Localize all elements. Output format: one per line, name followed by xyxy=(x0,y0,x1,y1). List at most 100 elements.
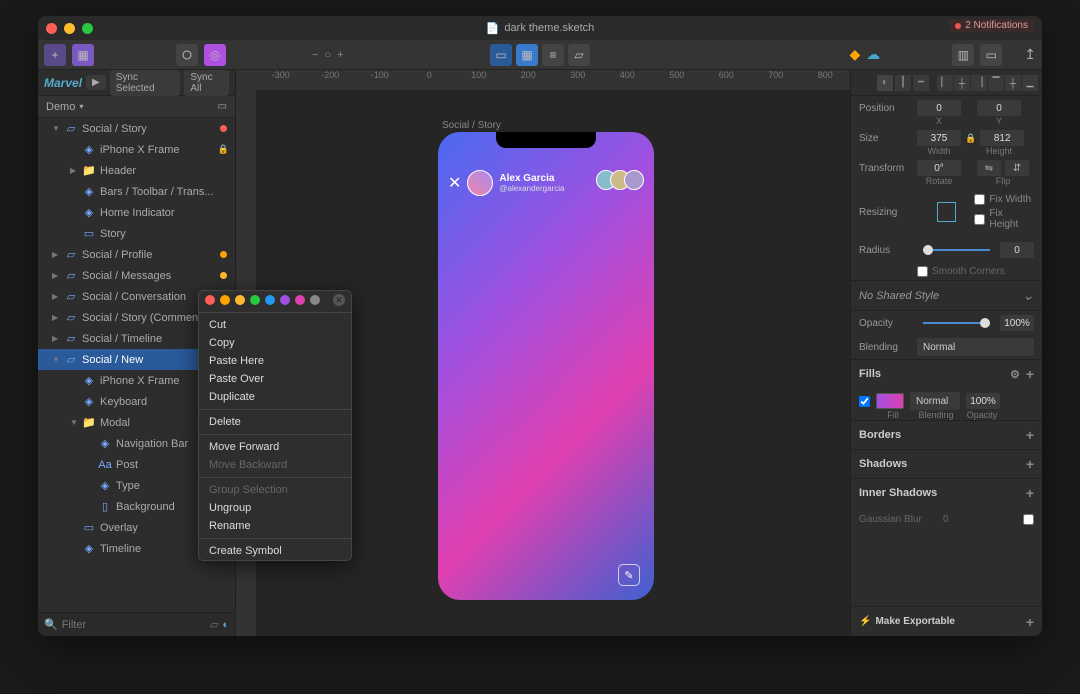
filter-mirror-icon[interactable]: ◐ xyxy=(222,619,229,631)
opacity-slider[interactable] xyxy=(923,322,990,324)
align-v-dist[interactable]: ━ xyxy=(913,75,929,91)
tag-green[interactable] xyxy=(250,295,260,305)
ctx-paste-here[interactable]: Paste Here xyxy=(199,352,351,370)
inspector-tab-style[interactable]: ◐ xyxy=(877,75,893,91)
tag-red[interactable] xyxy=(205,295,215,305)
filter-slice-icon[interactable]: ▱ xyxy=(210,618,218,631)
shared-style-dropdown[interactable]: No Shared Style xyxy=(859,290,939,302)
sync-all-button[interactable]: Sync All xyxy=(184,70,229,96)
ctx-copy[interactable]: Copy xyxy=(199,334,351,352)
artboard-title[interactable]: Social / Story xyxy=(442,120,501,131)
add-export-button[interactable]: + xyxy=(1026,614,1034,630)
fill-blending-dropdown[interactable]: Normal xyxy=(910,392,960,410)
edit-icon[interactable]: ✎ xyxy=(618,564,640,586)
close-icon[interactable]: ✕ xyxy=(448,173,461,193)
add-shadow-button[interactable]: + xyxy=(1026,456,1034,472)
tag-blue[interactable] xyxy=(265,295,275,305)
tag-purple[interactable] xyxy=(280,295,290,305)
ctx-create-symbol[interactable]: Create Symbol xyxy=(199,542,351,560)
fill-enabled-check[interactable] xyxy=(859,396,870,407)
ctx-move-forward[interactable]: Move Forward xyxy=(199,438,351,456)
fix-height-check[interactable]: Fix Height xyxy=(974,208,1034,230)
view-mode-1[interactable]: ▥ xyxy=(952,44,974,66)
minimize-window[interactable] xyxy=(64,23,75,34)
ctx-cut[interactable]: Cut xyxy=(199,316,351,334)
view-canvas[interactable]: ▭ xyxy=(490,44,512,66)
ctx-ungroup[interactable]: Ungroup xyxy=(199,499,351,517)
rotate-input[interactable]: 0° xyxy=(917,160,961,176)
align-center-v[interactable]: ┼ xyxy=(1005,75,1021,91)
opacity-input[interactable]: 100% xyxy=(1000,315,1034,331)
shape-tool[interactable]: ▦ xyxy=(72,44,94,66)
zoom-out[interactable]: − xyxy=(312,49,318,61)
zoom-in[interactable]: + xyxy=(337,49,343,61)
tag-gray[interactable] xyxy=(310,295,320,305)
tag-clear[interactable]: ✕ xyxy=(333,294,345,306)
insert-button[interactable]: + xyxy=(44,44,66,66)
position-y-input[interactable]: 0 xyxy=(977,100,1021,116)
align-top[interactable]: ▔ xyxy=(988,75,1004,91)
ctx-rename[interactable]: Rename xyxy=(199,517,351,535)
tag-pink[interactable] xyxy=(295,295,305,305)
maximize-window[interactable] xyxy=(82,23,93,34)
export-icon[interactable]: ↥ xyxy=(1024,46,1036,63)
smooth-corners-check[interactable] xyxy=(917,266,928,277)
tag-orange[interactable] xyxy=(220,295,230,305)
lock-icon[interactable]: 🔒 xyxy=(965,133,976,144)
page-options-icon[interactable]: ▭ xyxy=(218,101,227,112)
fill-swatch[interactable] xyxy=(876,393,904,409)
ctx-duplicate[interactable]: Duplicate xyxy=(199,388,351,406)
blending-dropdown[interactable]: Normal xyxy=(917,338,1034,356)
height-input[interactable]: 812 xyxy=(980,130,1024,146)
layer-l7[interactable]: ▶▱Social / Messages xyxy=(38,265,235,286)
style-dropdown-icon[interactable]: ⌄ xyxy=(1022,287,1034,304)
resize-constraints[interactable] xyxy=(923,188,971,236)
flip-v-button[interactable]: ⇵ xyxy=(1005,160,1029,176)
layer-l5[interactable]: ▭Story xyxy=(38,223,235,244)
layer-l4[interactable]: ◈Home Indicator xyxy=(38,202,235,223)
marvel-play[interactable]: ▶ xyxy=(86,75,106,90)
sketch-diamond-icon[interactable]: ◆ xyxy=(849,46,860,63)
align-center-h[interactable]: ┼ xyxy=(954,75,970,91)
align-h-dist[interactable]: ┃ xyxy=(895,75,911,91)
ctx-delete[interactable]: Delete xyxy=(199,413,351,431)
zoom-reset[interactable]: ○ xyxy=(324,49,331,61)
user-avatar[interactable] xyxy=(467,170,493,196)
fix-width-check[interactable]: Fix Width xyxy=(974,194,1034,205)
cloud-icon[interactable]: ☁ xyxy=(866,46,880,63)
add-border-button[interactable]: + xyxy=(1026,427,1034,443)
view-mode-2[interactable]: ▭ xyxy=(980,44,1002,66)
layer-l2[interactable]: ▶📁Header xyxy=(38,160,235,181)
filter-input[interactable] xyxy=(62,619,206,631)
view-list[interactable]: ≡ xyxy=(542,44,564,66)
gaussian-blur-check[interactable] xyxy=(1023,514,1034,525)
layer-l0[interactable]: ▼▱Social / Story xyxy=(38,118,235,139)
width-input[interactable]: 375 xyxy=(917,130,961,146)
fills-options-icon[interactable]: ⚙ xyxy=(1010,368,1020,381)
notifications-badge[interactable]: 2 Notifications xyxy=(949,19,1034,32)
view-prototype[interactable]: ▱ xyxy=(568,44,590,66)
symbol-tool[interactable] xyxy=(176,44,198,66)
radius-input[interactable]: 0 xyxy=(1000,242,1034,258)
align-right[interactable]: ▕ xyxy=(971,75,987,91)
close-window[interactable] xyxy=(46,23,57,34)
add-fill-button[interactable]: + xyxy=(1026,366,1034,382)
align-bottom[interactable]: ▁ xyxy=(1022,75,1038,91)
layer-l1[interactable]: ◈iPhone X Frame🔒 xyxy=(38,139,235,160)
create-symbol-button[interactable]: ◎ xyxy=(204,44,226,66)
align-left[interactable]: ▏ xyxy=(937,75,953,91)
layer-l6[interactable]: ▶▱Social / Profile xyxy=(38,244,235,265)
position-x-input[interactable]: 0 xyxy=(917,100,961,116)
ctx-paste-over[interactable]: Paste Over xyxy=(199,370,351,388)
page-selector[interactable]: Demo ▾ ▭ xyxy=(38,96,235,118)
fill-opacity-input[interactable]: 100% xyxy=(966,393,1000,409)
add-inner-shadow-button[interactable]: + xyxy=(1026,485,1034,501)
view-grid[interactable]: ▦ xyxy=(516,44,538,66)
sync-selected-button[interactable]: Sync Selected xyxy=(110,70,181,96)
flip-h-button[interactable]: ⇋ xyxy=(977,160,1001,176)
radius-slider[interactable] xyxy=(923,249,990,251)
tag-yellow[interactable] xyxy=(235,295,245,305)
viewers-avatars[interactable] xyxy=(602,170,644,190)
artboard-social-story[interactable]: ✕ Alex Garcia @alexandergarcia ✎ xyxy=(438,132,654,600)
layer-l3[interactable]: ◈Bars / Toolbar / Trans... xyxy=(38,181,235,202)
